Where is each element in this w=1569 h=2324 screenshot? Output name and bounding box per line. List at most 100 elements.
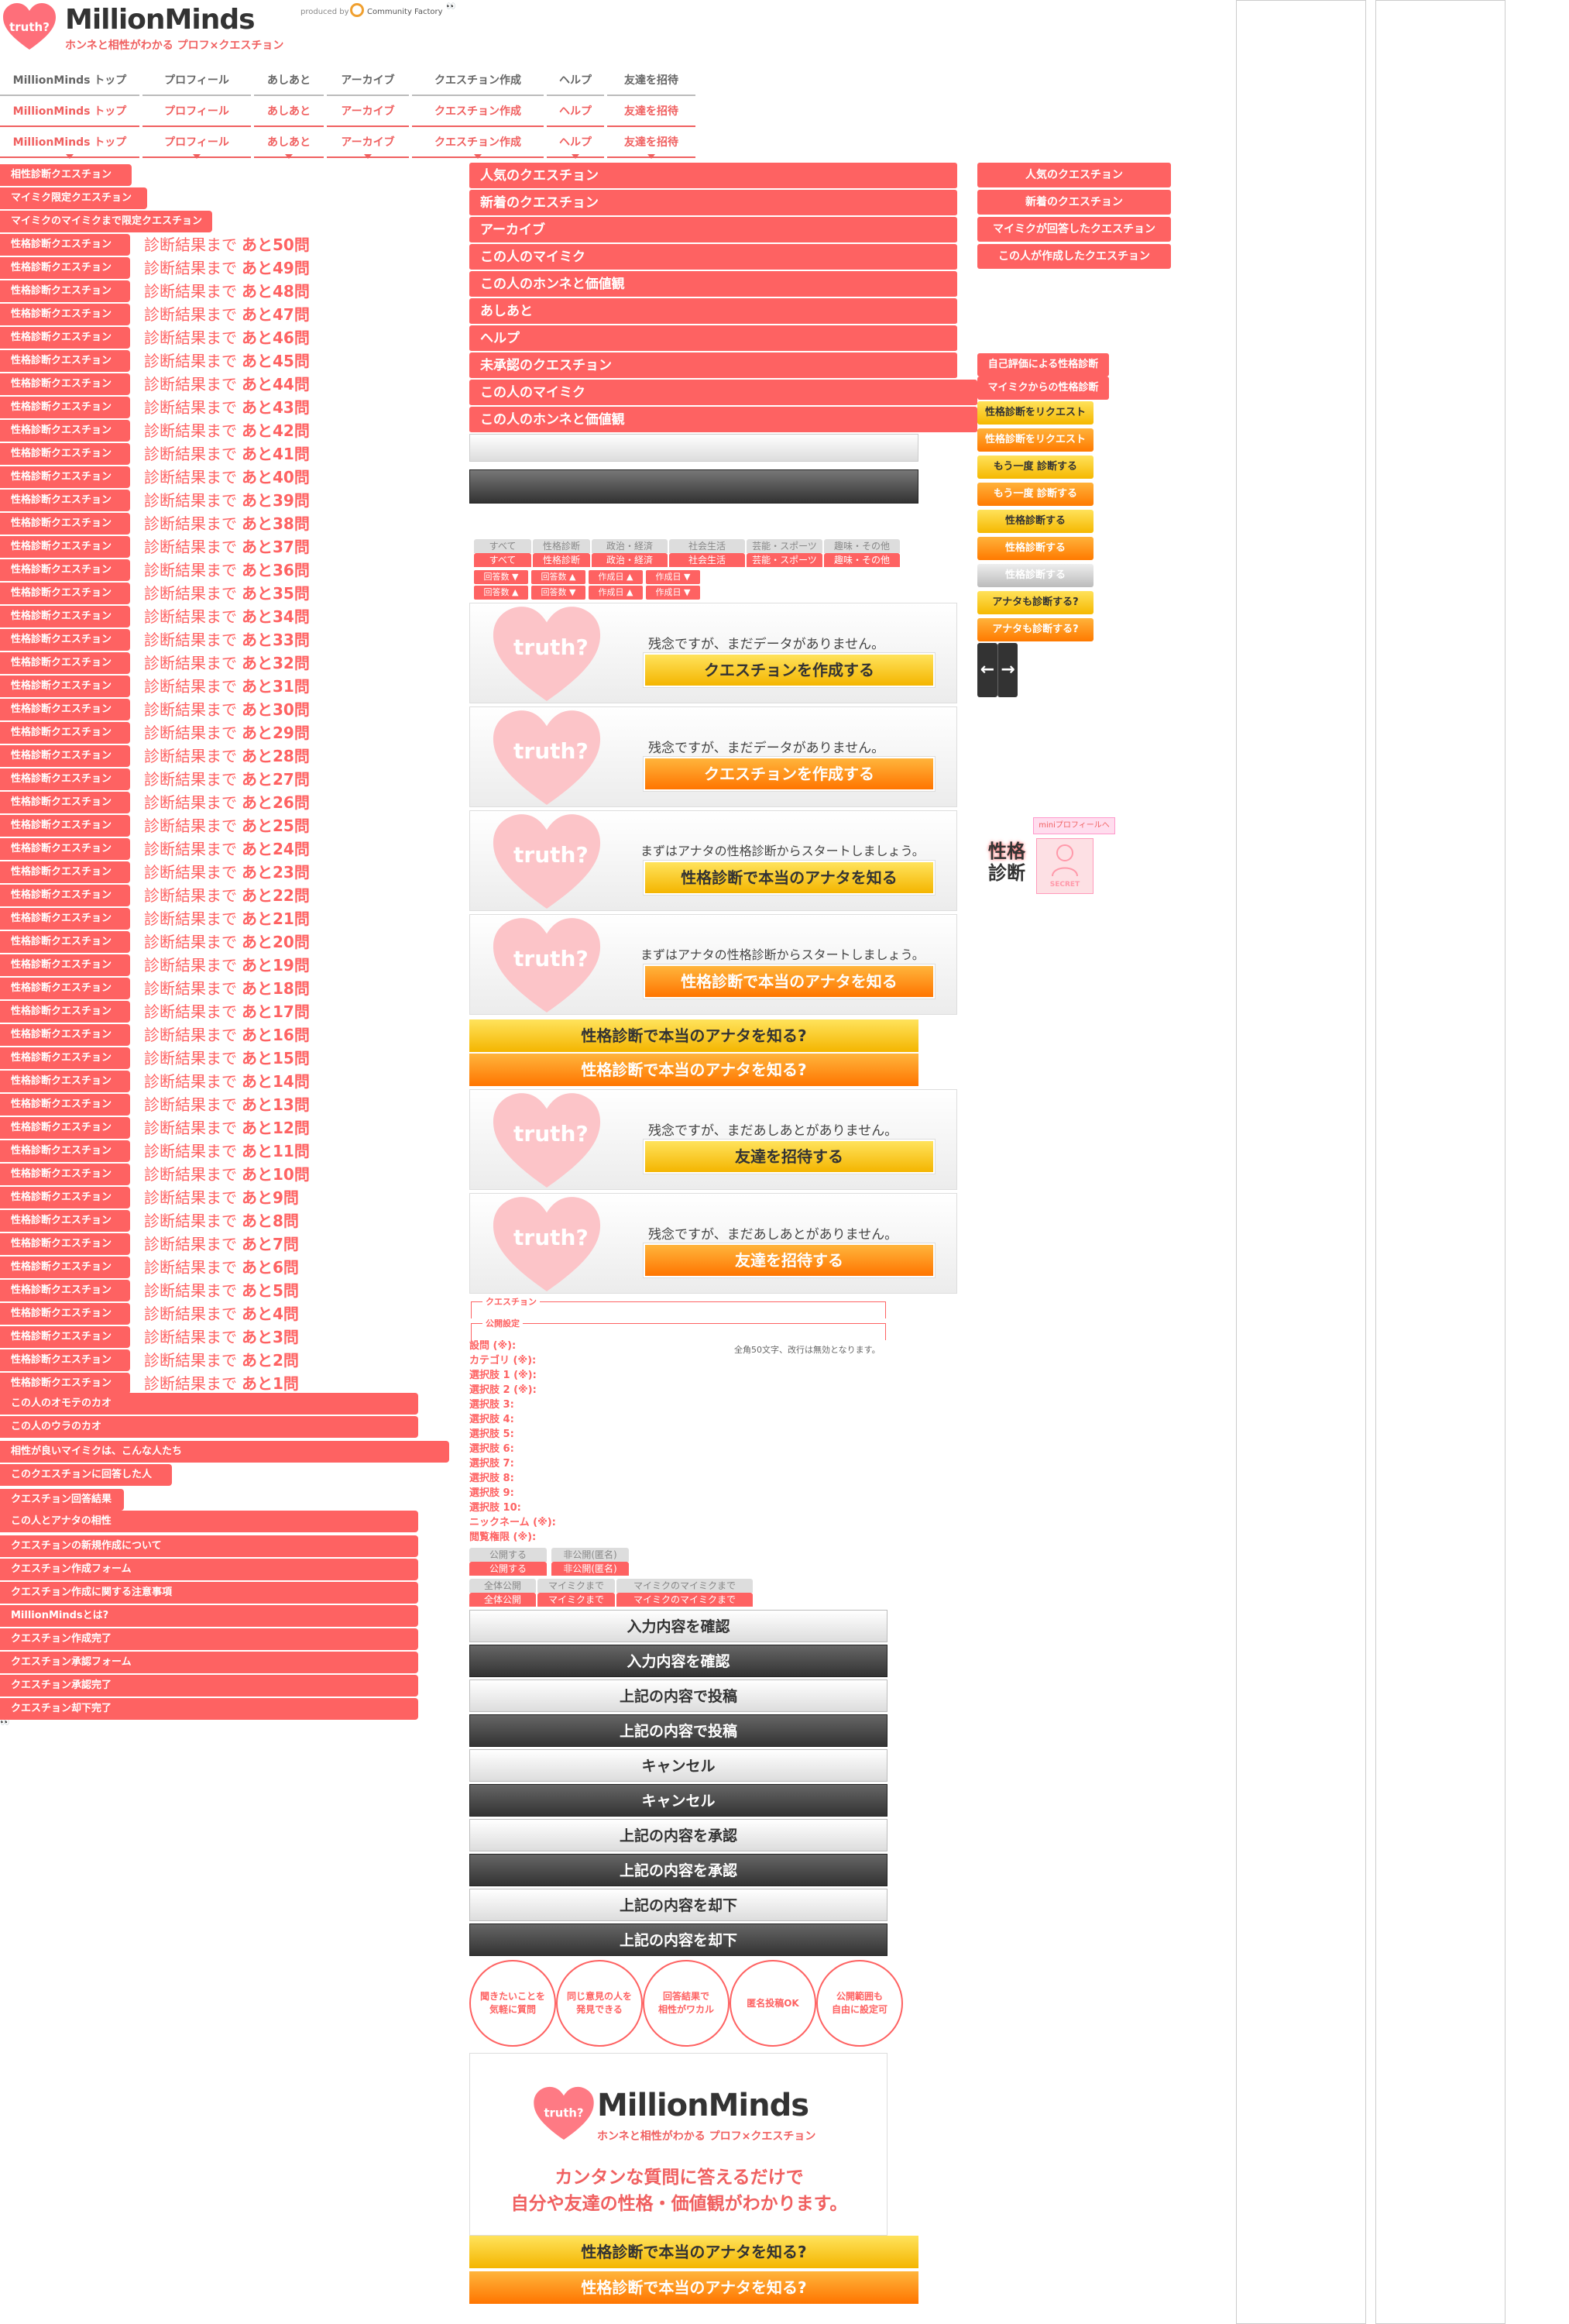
diag-label-42[interactable]: 性格診断クエスチョン — [0, 1210, 130, 1232]
logo[interactable]: MillionMinds — [65, 5, 256, 36]
nav-item-1-3[interactable]: アーカイブ — [327, 68, 409, 96]
panel-button[interactable]: 性格診断で本当のアナタを知る — [644, 964, 935, 999]
right-small-5[interactable]: 性格診断する — [977, 537, 1093, 560]
right-diag-1[interactable]: マイミクからの性格診断 — [977, 376, 1109, 400]
sort-3[interactable]: 作成日 ▼ — [646, 570, 700, 584]
diag-label-27[interactable]: 性格診断クエスチョン — [0, 861, 130, 883]
scope-gray-1[interactable]: マイミクまで — [537, 1579, 615, 1593]
tab-gray-5[interactable]: 趣味・その他 — [824, 539, 900, 553]
tab-red-5[interactable]: 趣味・その他 — [824, 553, 900, 567]
pub-gray-0[interactable]: 公開する — [469, 1548, 547, 1562]
pub-red-0[interactable]: 公開する — [469, 1562, 547, 1576]
diag-label-15[interactable]: 性格診断クエスチョン — [0, 583, 130, 604]
scope-red-2[interactable]: マイミクのマイミクまで — [616, 1593, 753, 1607]
tab-red-1[interactable]: 性格診断 — [533, 553, 590, 567]
diag-label-33[interactable]: 性格診断クエスチョン — [0, 1001, 130, 1023]
left-top-2[interactable]: マイミクのマイミクまで限定クエスチョン — [0, 211, 212, 232]
right-small-3[interactable]: もう一度 診断する — [977, 483, 1093, 506]
diag-label-24[interactable]: 性格診断クエスチョン — [0, 792, 130, 813]
left-bottom-12[interactable]: クエスチョン承認完了 — [0, 1675, 418, 1697]
nav-item-1-5[interactable]: ヘルプ — [547, 68, 604, 96]
left-top-0[interactable]: 相性診断クエスチョン — [0, 164, 132, 186]
right-small-1[interactable]: 性格診断をリクエスト — [977, 428, 1093, 452]
diag-label-39[interactable]: 性格診断クエスチョン — [0, 1140, 130, 1162]
panel-button[interactable]: 性格診断で本当のアナタを知る — [644, 861, 935, 895]
scrollbar-2[interactable] — [1375, 0, 1505, 2324]
action-button-3[interactable]: 上記の内容で投稿 — [469, 1714, 887, 1747]
center-menu-9[interactable]: この人のホンネと価値観 — [469, 407, 977, 433]
know-button-yellow[interactable]: 性格診断で本当のアナタを知る? — [469, 1019, 918, 1052]
scrollbar-1[interactable] — [1236, 0, 1366, 2324]
left-bottom-3[interactable]: このクエスチョンに回答した人 — [0, 1464, 172, 1486]
left-bottom-2[interactable]: 相性が良いマイミクは、こんな人たち — [0, 1441, 449, 1463]
center-menu-8[interactable]: この人のマイミク — [469, 380, 977, 406]
diag-label-29[interactable]: 性格診断クエスチョン — [0, 908, 130, 930]
diag-label-22[interactable]: 性格診断クエスチョン — [0, 745, 130, 767]
nav-item-2-1[interactable]: プロフィール — [142, 99, 251, 127]
nav-item-2-4[interactable]: クエスチョン作成 — [412, 99, 544, 127]
sort2-0[interactable]: 回答数 ▲ — [474, 586, 528, 600]
sort2-2[interactable]: 作成日 ▲ — [589, 586, 643, 600]
left-top-1[interactable]: マイミク限定クエスチョン — [0, 187, 147, 209]
nav-item-1-4[interactable]: クエスチョン作成 — [412, 68, 544, 96]
center-menu-6[interactable]: ヘルプ — [469, 325, 957, 352]
left-bottom-4[interactable]: クエスチョン回答結果 — [0, 1489, 124, 1511]
tab-red-4[interactable]: 芸能・スポーツ — [747, 553, 822, 567]
tab-gray-1[interactable]: 性格診断 — [533, 539, 590, 553]
diag-label-32[interactable]: 性格診断クエスチョン — [0, 978, 130, 999]
scope-gray-0[interactable]: 全体公開 — [469, 1579, 536, 1593]
sort-2[interactable]: 作成日 ▲ — [589, 570, 643, 584]
nav-item-2-0[interactable]: MillionMinds トップ — [0, 99, 139, 127]
sort-0[interactable]: 回答数 ▼ — [474, 570, 528, 584]
diag-label-3[interactable]: 性格診断クエスチョン — [0, 304, 130, 325]
right-small-6[interactable]: 性格診断する — [977, 564, 1093, 587]
diag-label-13[interactable]: 性格診断クエスチョン — [0, 536, 130, 558]
pub-red-1[interactable]: 非公開(匿名) — [551, 1562, 629, 1576]
know-button-orange-2[interactable]: 性格診断で本当のアナタを知る? — [469, 2271, 918, 2304]
right-small-7[interactable]: アナタも診断する? — [977, 591, 1093, 614]
tab-gray-3[interactable]: 社会生活 — [669, 539, 745, 553]
scope-gray-2[interactable]: マイミクのマイミクまで — [616, 1579, 753, 1593]
right-small-4[interactable]: 性格診断する — [977, 510, 1093, 533]
nav-item-3-0[interactable]: MillionMinds トップ — [0, 130, 139, 159]
action-button-7[interactable]: 上記の内容を承認 — [469, 1854, 887, 1886]
left-bottom-8[interactable]: クエスチョン作成に関する注意事項 — [0, 1582, 418, 1604]
diag-label-26[interactable]: 性格診断クエスチョン — [0, 838, 130, 860]
action-button-5[interactable]: キャンセル — [469, 1784, 887, 1817]
right-menu-1[interactable]: 新着のクエスチョン — [977, 190, 1171, 215]
center-menu-4[interactable]: この人のホンネと価値観 — [469, 271, 957, 297]
tab-gray-0[interactable]: すべて — [474, 539, 531, 553]
tab-gray-2[interactable]: 政治・経済 — [592, 539, 668, 553]
diag-label-6[interactable]: 性格診断クエスチョン — [0, 373, 130, 395]
diag-label-14[interactable]: 性格診断クエスチョン — [0, 559, 130, 581]
diag-label-25[interactable]: 性格診断クエスチョン — [0, 815, 130, 837]
action-button-9[interactable]: 上記の内容を却下 — [469, 1923, 887, 1956]
right-small-2[interactable]: もう一度 診断する — [977, 456, 1093, 479]
sort2-3[interactable]: 作成日 ▼ — [646, 586, 700, 600]
nav-item-3-6[interactable]: 友達を招待 — [607, 130, 695, 159]
diag-label-20[interactable]: 性格診断クエスチョン — [0, 699, 130, 720]
nav-item-3-2[interactable]: あしあと — [254, 130, 324, 159]
action-button-2[interactable]: 上記の内容で投稿 — [469, 1679, 887, 1712]
diag-label-36[interactable]: 性格診断クエスチョン — [0, 1071, 130, 1092]
panel-button[interactable]: 友達を招待する — [644, 1243, 935, 1277]
center-menu-3[interactable]: この人のマイミク — [469, 244, 957, 270]
diag-label-31[interactable]: 性格診断クエスチョン — [0, 954, 130, 976]
nav-item-1-1[interactable]: プロフィール — [142, 68, 251, 96]
diag-label-11[interactable]: 性格診断クエスチョン — [0, 490, 130, 511]
left-bottom-0[interactable]: この人のオモテのカオ — [0, 1393, 418, 1415]
diag-label-17[interactable]: 性格診断クエスチョン — [0, 629, 130, 651]
action-button-4[interactable]: キャンセル — [469, 1749, 887, 1782]
diag-label-45[interactable]: 性格診断クエスチョン — [0, 1280, 130, 1301]
nav-item-3-3[interactable]: アーカイブ — [327, 130, 409, 159]
tab-red-3[interactable]: 社会生活 — [669, 553, 745, 567]
diag-label-47[interactable]: 性格診断クエスチョン — [0, 1326, 130, 1348]
center-menu-2[interactable]: アーカイブ — [469, 217, 957, 243]
diag-label-7[interactable]: 性格診断クエスチョン — [0, 397, 130, 418]
panel-button[interactable]: クエスチョンを作成する — [644, 653, 935, 687]
action-button-1[interactable]: 入力内容を確認 — [469, 1645, 887, 1677]
right-menu-0[interactable]: 人気のクエスチョン — [977, 163, 1171, 187]
action-button-8[interactable]: 上記の内容を却下 — [469, 1889, 887, 1921]
diag-label-48[interactable]: 性格診断クエスチョン — [0, 1349, 130, 1371]
left-bottom-1[interactable]: この人のウラのカオ — [0, 1416, 418, 1438]
